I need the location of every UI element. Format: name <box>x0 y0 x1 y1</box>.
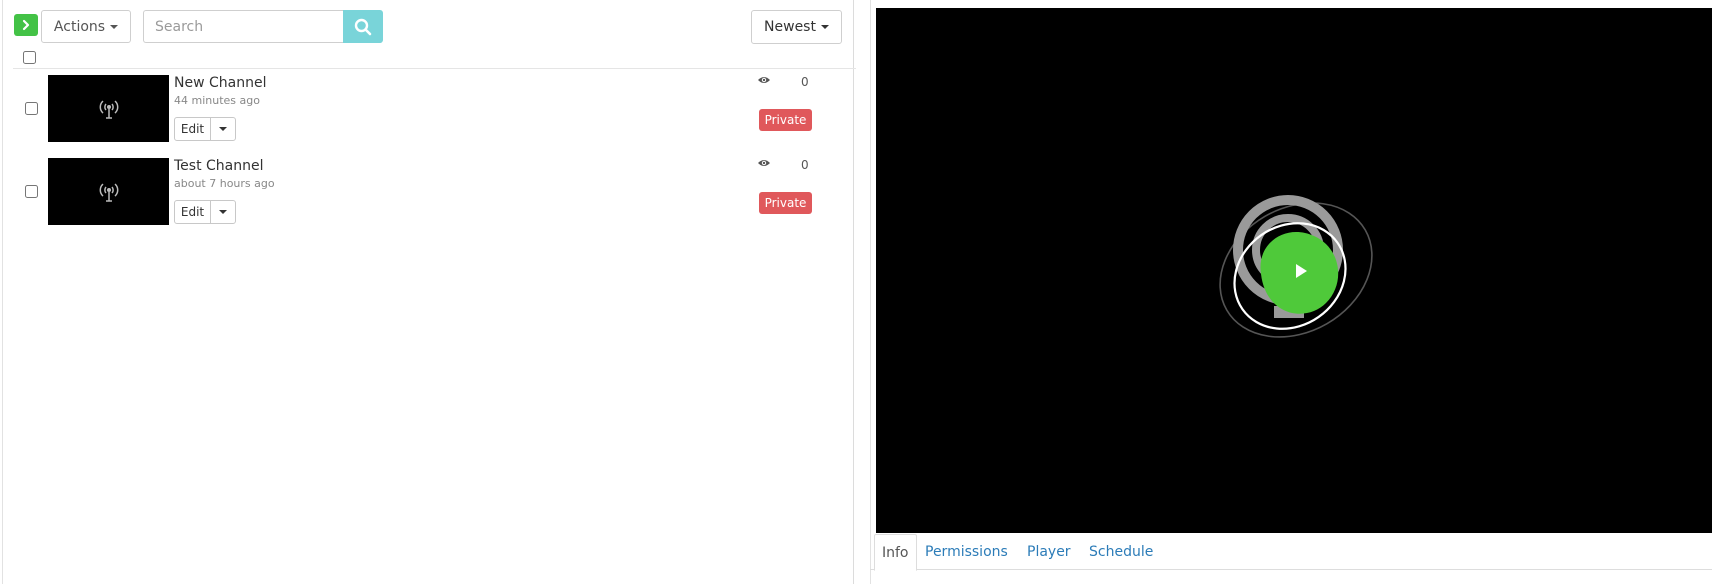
caret-down-icon <box>820 25 829 29</box>
eye-icon <box>758 77 770 83</box>
select-all-checkbox[interactable] <box>23 51 36 64</box>
channel-thumbnail[interactable] <box>48 158 169 225</box>
list-divider <box>13 68 856 69</box>
edit-button[interactable]: Edit <box>175 118 211 140</box>
sort-dropdown[interactable]: Newest <box>751 10 842 44</box>
video-player[interactable] <box>876 8 1712 533</box>
edit-button[interactable]: Edit <box>175 201 211 223</box>
toolbar: Actions Newest <box>3 0 853 68</box>
caret-down-icon <box>219 127 227 131</box>
tab-schedule[interactable]: Schedule <box>1089 534 1153 570</box>
panel-divider <box>870 0 871 584</box>
expand-panel-button[interactable] <box>14 14 38 36</box>
tab-info[interactable]: Info <box>874 534 917 571</box>
tab-permissions[interactable]: Permissions <box>925 534 1008 570</box>
views-count: 0 <box>801 158 809 172</box>
channel-row[interactable]: New Channel 44 minutes ago Edit 0 Privat… <box>3 75 853 155</box>
eye-icon <box>758 160 770 166</box>
channel-name[interactable]: Test Channel <box>174 158 264 174</box>
views-count: 0 <box>801 75 809 89</box>
channel-name[interactable]: New Channel <box>174 75 266 91</box>
status-badge: Private <box>759 109 812 131</box>
actions-label: Actions <box>53 18 106 35</box>
edit-dropdown-toggle[interactable] <box>211 118 235 140</box>
channel-list-panel: Actions Newest <box>2 0 856 584</box>
detail-tabs: Info Permissions Player Schedule <box>870 534 1712 571</box>
channel-thumbnail[interactable] <box>48 75 169 142</box>
broadcast-icon <box>99 182 118 202</box>
row-checkbox[interactable] <box>25 102 38 115</box>
edit-button-group: Edit <box>174 200 236 224</box>
edit-dropdown-toggle[interactable] <box>211 201 235 223</box>
caret-down-icon <box>219 210 227 214</box>
sort-label: Newest <box>764 19 816 35</box>
row-checkbox[interactable] <box>25 185 38 198</box>
channel-time: about 7 hours ago <box>174 177 275 190</box>
actions-dropdown[interactable]: Actions <box>41 10 131 43</box>
status-badge: Private <box>759 192 812 214</box>
edit-button-group: Edit <box>174 117 236 141</box>
channel-row[interactable]: Test Channel about 7 hours ago Edit 0 Pr… <box>3 158 853 238</box>
search-input[interactable] <box>143 10 343 43</box>
broadcast-icon <box>99 99 118 119</box>
tab-player[interactable]: Player <box>1027 534 1071 570</box>
search-icon <box>354 18 372 35</box>
search-button[interactable] <box>343 10 383 43</box>
channel-time: 44 minutes ago <box>174 94 260 107</box>
play-icon[interactable] <box>1294 263 1308 279</box>
caret-down-icon <box>110 24 119 29</box>
chevron-right-icon <box>22 19 30 31</box>
